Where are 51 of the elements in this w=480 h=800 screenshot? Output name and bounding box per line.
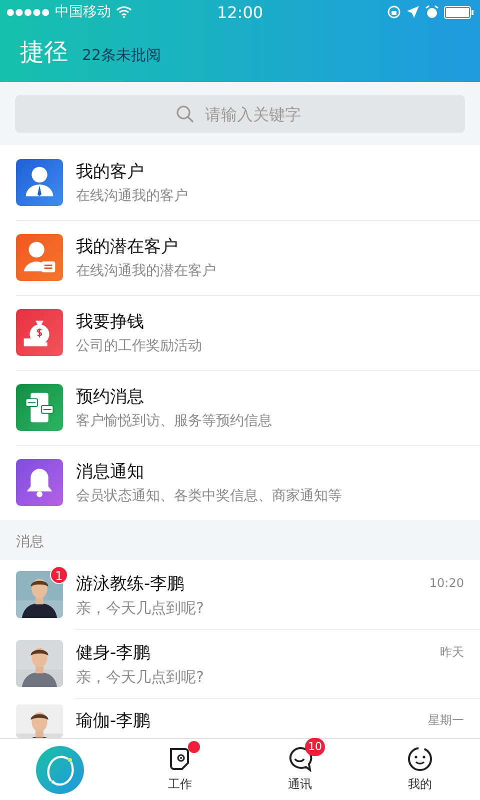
shortcut-description: 会员状态通知、各类中奖信息、商家通知等 [76, 487, 342, 505]
contact-name: 健身-李鹏 [76, 642, 150, 664]
alarm-icon [425, 5, 439, 19]
tab-item[interactable]: 10 通讯 [240, 739, 360, 800]
shortcut-description: 在线沟通我的潜在客户 [76, 262, 216, 280]
person-icon [16, 159, 63, 206]
status-time: 12:00 [216, 2, 264, 22]
shortcut-item[interactable]: 我要挣钱 公司的工作奖励活动 [0, 295, 480, 370]
wifi-icon [116, 6, 132, 18]
shortcut-title: 消息通知 [76, 461, 145, 483]
unread-badge: 1 [50, 566, 68, 584]
tab-item[interactable]: 我的 [360, 739, 480, 800]
unread-badge: 10 [305, 738, 325, 756]
app-logo-icon[interactable] [35, 744, 85, 794]
smiley-face-icon [407, 746, 433, 772]
shortcut-description: 客户愉悦到访、服务等预约信息 [76, 412, 272, 430]
page-title: 捷径 [20, 37, 68, 68]
shortcut-description: 公司的工作奖励活动 [76, 337, 202, 355]
contact-name: 游泳教练-李鹏 [76, 572, 184, 594]
shortcut-title: 预约消息 [76, 386, 145, 408]
shortcut-description: 在线沟通我的客户 [76, 187, 188, 205]
carrier-name: 中国移动 [55, 3, 111, 21]
rotation-lock-icon [387, 5, 401, 19]
message-time: 星期一 [428, 712, 464, 729]
shortcut-item[interactable]: 我的客户 在线沟通我的客户 [0, 145, 480, 220]
contact-name: 瑜伽-李鹏 [76, 710, 150, 732]
person-card-icon [16, 234, 63, 281]
money-bag-hand-icon [16, 309, 63, 356]
message-preview: 亲，今天几点到呢? [76, 598, 205, 618]
unread-count: 22条未批阅 [82, 46, 162, 65]
shortcut-item[interactable]: 预约消息 客户愉悦到访、服务等预约信息 [0, 370, 480, 445]
shortcut-item[interactable]: 我的潜在客户 在线沟通我的潜在客户 [0, 220, 480, 295]
tab-item[interactable]: 工作 [120, 739, 240, 800]
section-label: 消息 [15, 533, 45, 552]
shortcut-item[interactable]: 消息通知 会员状态通知、各类中奖信息、商家通知等 [0, 445, 480, 520]
conversation-item[interactable]: 健身-李鹏 昨天 亲，今天几点到呢? [0, 629, 480, 698]
search-icon [176, 105, 194, 123]
message-time: 昨天 [440, 644, 464, 660]
conversation-item[interactable]: 1 游泳教练-李鹏 10:20 亲，今天几点到呢? [0, 560, 480, 629]
bell-icon [16, 459, 63, 506]
location-arrow-icon [406, 5, 420, 19]
message-preview: 亲，今天几点到呢? [76, 668, 205, 686]
chat-devices-icon [16, 384, 63, 431]
shortcut-title: 我的客户 [76, 161, 145, 183]
shortcut-title: 我的潜在客户 [76, 236, 179, 258]
search-field[interactable]: 请输入关键字 [15, 95, 465, 133]
message-time: 10:20 [429, 576, 464, 590]
shortcut-title: 我要挣钱 [76, 311, 145, 333]
signal-icon [6, 8, 50, 16]
battery-icon [444, 6, 474, 18]
conversation-item[interactable]: 瑜伽-李鹏 星期一 [0, 698, 480, 738]
